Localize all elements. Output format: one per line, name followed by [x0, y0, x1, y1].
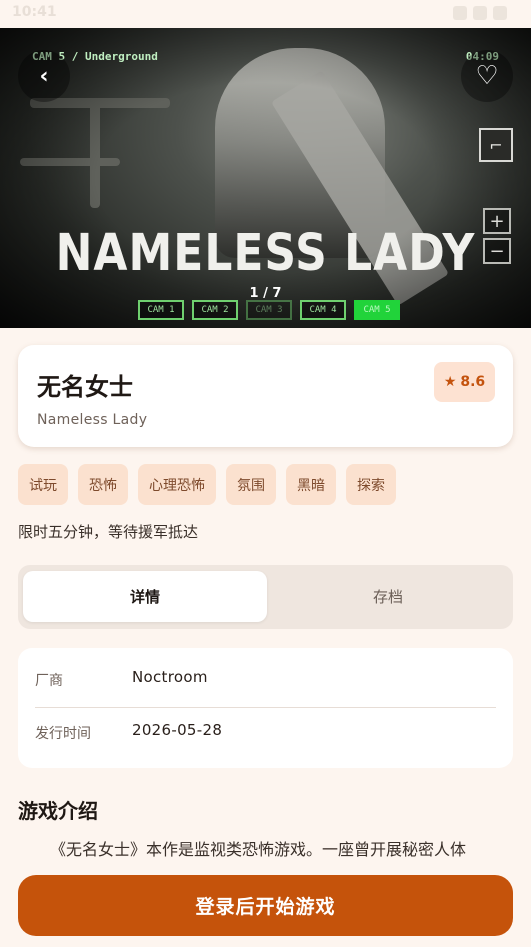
- release-value: 2026-05-28: [132, 721, 223, 739]
- heart-icon: ♡: [475, 61, 499, 91]
- login-start-button[interactable]: 登录后开始游戏: [18, 875, 513, 936]
- cam-buttons: CAM 1 CAM 2 CAM 3 CAM 4 CAM 5: [138, 300, 400, 320]
- intro-heading: 游戏介绍: [18, 799, 98, 823]
- vendor-value: Noctroom: [132, 668, 208, 686]
- tag-chip[interactable]: 心理恐怖: [138, 464, 216, 505]
- favorite-button[interactable]: ♡: [461, 50, 513, 102]
- status-bar: 10:41: [0, 0, 531, 28]
- release-row: 发行时间 2026-05-28: [35, 701, 496, 751]
- cam-button: CAM 4: [300, 300, 346, 320]
- carousel-pager: 1 / 7: [249, 286, 282, 301]
- game-tagline: 限时五分钟，等待援军抵达: [18, 523, 199, 541]
- release-label: 发行时间: [35, 726, 91, 742]
- hero-vignette: [0, 28, 531, 328]
- battery-icon: [493, 6, 507, 20]
- tag-chip[interactable]: 恐怖: [78, 464, 128, 505]
- gun-icon: ⌐: [479, 128, 513, 162]
- tag-chip[interactable]: 氛围: [226, 464, 276, 505]
- status-time: 10:41: [12, 4, 57, 20]
- tag-list: 试玩 恐怖 心理恐怖 氛围 黑暗 探索: [18, 464, 396, 505]
- tab-details[interactable]: 详情: [23, 571, 267, 622]
- title-card: 无名女士 Nameless Lady ★ 8.6: [18, 345, 513, 447]
- rating-value: 8.6: [460, 374, 486, 390]
- cam-button: CAM 1: [138, 300, 184, 320]
- game-subtitle: Nameless Lady: [37, 412, 148, 428]
- tag-chip[interactable]: 黑暗: [286, 464, 336, 505]
- vendor-row: 厂商 Noctroom: [35, 648, 496, 698]
- wifi-icon: [453, 6, 467, 20]
- rating-badge: ★ 8.6: [434, 362, 495, 402]
- cam-button: CAM 3: [246, 300, 292, 320]
- tag-chip[interactable]: 探索: [346, 464, 396, 505]
- tab-saves[interactable]: 存档: [266, 571, 510, 622]
- segmented-tabs: 详情 存档: [18, 565, 513, 629]
- game-title: 无名女士: [37, 373, 133, 401]
- system-icons: [453, 6, 507, 20]
- tag-chip[interactable]: 试玩: [18, 464, 68, 505]
- cam-button: CAM 5: [354, 300, 400, 320]
- star-icon: ★: [443, 374, 457, 390]
- vendor-label: 厂商: [35, 673, 63, 689]
- back-button[interactable]: ‹: [18, 50, 70, 102]
- chevron-left-icon: ‹: [39, 63, 49, 89]
- info-card: 厂商 Noctroom 发行时间 2026-05-28: [18, 648, 513, 768]
- hero-title: NAMELESS LADY: [55, 224, 476, 283]
- bottom-bar: 登录后开始游戏: [0, 862, 531, 947]
- intro-text: 《无名女士》本作是监视类恐怖游戏。一座曾开展秘密人体: [50, 840, 467, 859]
- hero-carousel[interactable]: CAM 5 / Underground 04:09 ⌐ + − NAMELESS…: [0, 28, 531, 328]
- cam-button: CAM 2: [192, 300, 238, 320]
- signal-icon: [473, 6, 487, 20]
